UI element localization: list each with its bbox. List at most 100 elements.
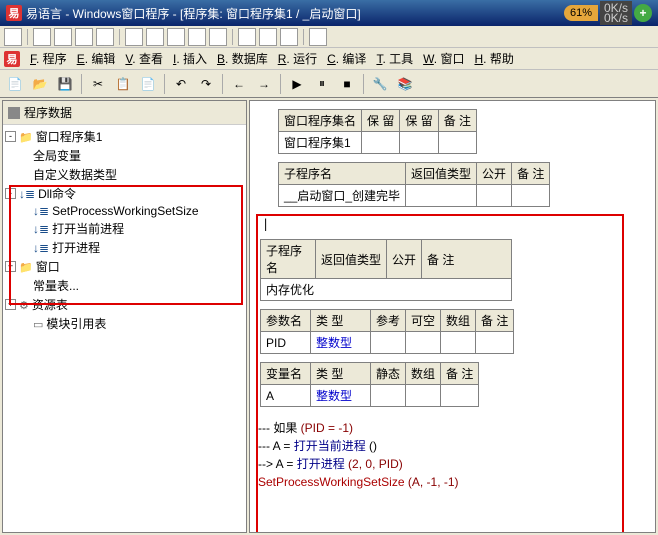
cell[interactable] [438,132,476,154]
cell-subname[interactable]: 内存优化 [261,279,512,301]
undo-button[interactable]: ↶ [170,73,192,95]
tree-node-dll[interactable]: -↓≣Dll命令 [5,185,76,202]
tb-icon-13[interactable] [280,28,298,46]
param-table: 参数名 类 型 参考 可空 数组 备 注 PID 整数型 [260,309,514,354]
cell[interactable] [406,385,441,407]
tool-button-1[interactable]: 🔧 [369,73,391,95]
menu-insert[interactable]: I. 插入 [169,48,211,69]
cell-type[interactable]: 整数型 [311,332,371,354]
menu-edit[interactable]: E. 编辑 [73,48,120,69]
cell[interactable] [512,185,550,207]
separator [119,29,120,45]
tree-node-setprocws[interactable]: ↓≣SetProcessWorkingSetSize [33,204,199,218]
code-line-4[interactable]: SetProcessWorkingSetSize (A, -1, -1) [258,473,649,491]
code-line-2[interactable]: --- A = 打开当前进程 () [258,437,649,455]
type-link[interactable]: 整数型 [316,389,352,403]
tb-icon-10[interactable] [209,28,227,46]
menu-run[interactable]: R. 运行 [274,48,321,69]
menu-compile[interactable]: C. 编译 [323,48,370,69]
col-subname: 子程序名 [261,240,316,279]
menu-program[interactable]: F. 程序 [26,48,71,69]
col-reserved2: 保 留 [400,110,438,132]
run-button[interactable]: ▶ [286,73,308,95]
cell-assembly-name[interactable]: 窗口程序集1 [279,132,362,154]
tree-node-types[interactable]: 自定义数据类型 [33,166,117,183]
menu-database[interactable]: B. 数据库 [213,48,272,69]
separator [222,74,223,94]
tool-button-2[interactable]: 📚 [394,73,416,95]
tree-node-const[interactable]: 常量表... [33,277,79,294]
tb-icon-2[interactable] [33,28,51,46]
menu-tools[interactable]: T. 工具 [372,48,417,69]
menu-help[interactable]: H. 帮助 [470,48,517,69]
left-panel: 程序数据 -窗口程序集1 全局变量 自定义数据类型 -↓≣Dll命令 ↓≣Set… [2,100,247,533]
tree-node-opencur[interactable]: ↓≣打开当前进程 [33,220,124,237]
cell[interactable] [476,332,514,354]
add-button[interactable]: + [634,4,652,22]
tree-node-res[interactable]: +资源表 [5,296,68,313]
cell[interactable] [406,332,441,354]
tree-node-window[interactable]: +窗口 [5,258,60,275]
cell-paramname[interactable]: PID [261,332,311,354]
col-assembly-name: 窗口程序集名 [279,110,362,132]
tree-node-openproc[interactable]: ↓≣打开进程 [33,239,100,256]
separator [232,29,233,45]
cell-type[interactable]: 整数型 [311,385,371,407]
tb-icon-8[interactable] [167,28,185,46]
cut-button[interactable]: ✂ [87,73,109,95]
sub-table: 子程序名 返回值类型 公开 备 注 __启动窗口_创建完毕 [278,162,550,207]
cell[interactable] [477,185,512,207]
nav-back-button[interactable]: ← [228,73,250,95]
tree-node-module[interactable]: 模块引用表 [33,315,106,332]
pause-button[interactable]: ⏸ [311,73,333,95]
panel-title-text: 程序数据 [24,104,72,121]
cell[interactable] [441,332,476,354]
col-remark: 备 注 [438,110,476,132]
project-tree[interactable]: -窗口程序集1 全局变量 自定义数据类型 -↓≣Dll命令 ↓≣SetProce… [3,125,246,532]
tb-icon-3[interactable] [54,28,72,46]
assembly-table: 窗口程序集名 保 留 保 留 备 注 窗口程序集1 [278,109,477,154]
tb-icon-4[interactable] [75,28,93,46]
download-speed: 0K/s [604,13,628,23]
cell[interactable] [441,385,479,407]
menubar: 易 F. 程序 E. 编辑 V. 查看 I. 插入 B. 数据库 R. 运行 C… [0,48,658,70]
code-block[interactable]: --- 如果 (PID = -1) --- A = 打开当前进程 () --> … [254,415,653,495]
type-link[interactable]: 整数型 [316,336,352,350]
cell-varname[interactable]: A [261,385,311,407]
save-button[interactable]: 💾 [54,73,76,95]
cell[interactable] [371,385,406,407]
code-line-1[interactable]: --- 如果 (PID = -1) [258,419,649,437]
tb-icon-1[interactable] [4,28,22,46]
copy-button[interactable]: 📋 [112,73,134,95]
new-button[interactable]: 📄 [4,73,26,95]
tb-icon-11[interactable] [238,28,256,46]
cell[interactable] [362,132,400,154]
cell[interactable] [400,132,438,154]
tb-icon-7[interactable] [146,28,164,46]
tree-node-globals[interactable]: 全局变量 [33,147,81,164]
cell[interactable] [406,185,477,207]
code-line-3[interactable]: --> A = 打开进程 (2, 0, PID) [258,455,649,473]
toolbar-main: 📄 📂 💾 ✂ 📋 📄 ↶ ↷ ← → ▶ ⏸ ■ 🔧 📚 [0,70,658,98]
tb-icon-14[interactable] [309,28,327,46]
paste-button[interactable]: 📄 [137,73,159,95]
cell-subname[interactable]: __启动窗口_创建完毕 [279,185,406,207]
menu-view[interactable]: V. 查看 [121,48,167,69]
col-array: 数组 [441,310,476,332]
col-nullable: 可空 [406,310,441,332]
tree-node-assembly[interactable]: -窗口程序集1 [5,128,102,145]
tb-icon-12[interactable] [259,28,277,46]
cell[interactable] [371,332,406,354]
open-button[interactable]: 📂 [29,73,51,95]
redo-button[interactable]: ↷ [195,73,217,95]
tb-icon-9[interactable] [188,28,206,46]
tb-icon-6[interactable] [125,28,143,46]
stop-button[interactable]: ■ [336,73,358,95]
code-cursor[interactable]: | [254,215,653,233]
app-icon: 易 [6,5,22,21]
nav-fwd-button[interactable]: → [253,73,275,95]
panel-title: 程序数据 [3,101,246,125]
tb-icon-5[interactable] [96,28,114,46]
menu-window[interactable]: W. 窗口 [419,48,468,69]
col-type: 类 型 [311,363,371,385]
